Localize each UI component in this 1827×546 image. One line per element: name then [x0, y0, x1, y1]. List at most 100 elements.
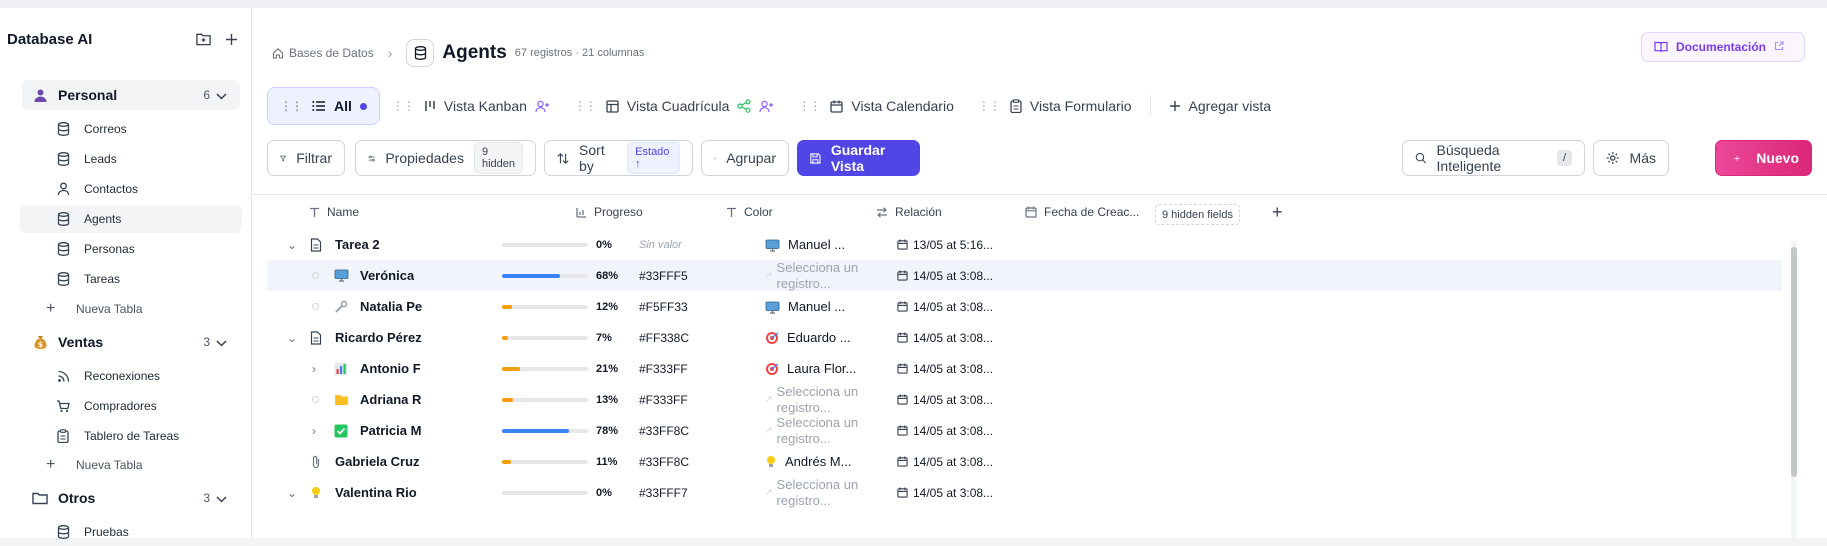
chevron-down-icon[interactable]: ⌄	[287, 238, 299, 252]
table-row[interactable]: Adriana R 13% #F333FF ↗ Selecciona un regist…	[267, 384, 1782, 415]
color-cell[interactable]: #33FF8C	[639, 415, 689, 446]
date-cell[interactable]: 14/05 at 3:08...	[897, 322, 993, 353]
chevron-down-icon[interactable]	[216, 87, 230, 103]
sidebar-item-tareas[interactable]: Tareas	[20, 265, 242, 293]
relation-cell[interactable]: Laura Flor...	[765, 353, 856, 384]
relation-cell[interactable]: Manuel ...	[765, 229, 845, 260]
column-header-progreso[interactable]: Progreso	[576, 195, 643, 229]
column-header-color[interactable]: Color	[726, 195, 773, 229]
row-name[interactable]: Verónica	[360, 268, 414, 283]
group-button[interactable]: Agrupar	[701, 140, 789, 176]
color-cell[interactable]: #33FFF5	[639, 260, 688, 291]
color-cell[interactable]: #33FFF7	[639, 477, 688, 508]
drag-handle-icon[interactable]: ⋮⋮	[392, 99, 415, 113]
date-cell[interactable]: 14/05 at 3:08...	[897, 477, 993, 508]
relation-cell[interactable]: Manuel ...	[765, 291, 845, 322]
tab-vista-cuadricula[interactable]: ⋮⋮ Vista Cuadrícula	[562, 87, 786, 125]
chevron-right-icon[interactable]: ›	[312, 424, 324, 438]
sidebar-item-leads[interactable]: Leads	[20, 145, 242, 173]
sidebar-item-reconexiones[interactable]: Reconexiones	[20, 362, 242, 390]
date-cell[interactable]: 13/05 at 5:16...	[897, 229, 993, 260]
column-header-relacion[interactable]: Relación	[876, 195, 942, 229]
row-name[interactable]: Adriana R	[360, 392, 421, 407]
row-name[interactable]: Gabriela Cruz	[335, 454, 420, 469]
relation-cell[interactable]: Eduardo ...	[765, 322, 851, 353]
scrollbar-thumb[interactable]	[1791, 247, 1797, 477]
relation-cell[interactable]: ↗ Selecciona un registro...	[765, 384, 867, 415]
tab-vista-formulario[interactable]: ⋮⋮ Vista Formulario	[966, 87, 1144, 125]
save-view-button[interactable]: Guardar Vista	[797, 140, 920, 176]
column-header-fecha[interactable]: Fecha de Creac...	[1025, 195, 1139, 229]
new-record-button[interactable]: Nuevo	[1715, 140, 1812, 176]
relation-cell[interactable]: ↗ Selecciona un registro...	[765, 260, 867, 291]
date-cell[interactable]: 14/05 at 3:08...	[897, 415, 993, 446]
row-name[interactable]: Tarea 2	[335, 237, 380, 252]
table-row[interactable]: ⌄ Valentina Rio 0% #33FFF7 ↗ Selecciona un re…	[267, 477, 1782, 508]
sidebar-group-ventas[interactable]: $ Ventas 3	[22, 327, 240, 357]
tab-all[interactable]: ⋮⋮ All	[267, 87, 380, 125]
table-row[interactable]: ⌄ Tarea 2 0% Sin valor Manuel ... 13/05 at 5:…	[267, 229, 1782, 260]
add-view-button[interactable]: Agregar vista	[1157, 87, 1283, 125]
color-cell[interactable]: Sin valor	[639, 229, 682, 260]
row-name[interactable]: Valentina Rio	[335, 485, 417, 500]
date-cell[interactable]: 14/05 at 3:08...	[897, 260, 993, 291]
properties-button[interactable]: Propiedades 9 hidden	[355, 140, 536, 176]
table-row[interactable]: Natalia Pe 12% #F5FF33 Manuel ... 14/05 at 3…	[267, 291, 1782, 322]
more-button[interactable]: Más	[1593, 140, 1669, 176]
sidebar-item-compradores[interactable]: Compradores	[20, 392, 242, 420]
chevron-down-icon[interactable]	[216, 334, 230, 350]
sidebar-item-contactos[interactable]: Contactos	[20, 175, 242, 203]
drag-handle-icon[interactable]: ⋮⋮	[798, 99, 821, 113]
chevron-right-icon[interactable]: ›	[312, 362, 324, 376]
date-cell[interactable]: 14/05 at 3:08...	[897, 291, 993, 322]
row-name[interactable]: Patricia M	[360, 423, 421, 438]
sidebar-item-tablero-de-tareas[interactable]: Tablero de Tareas	[20, 422, 242, 450]
vertical-scrollbar[interactable]	[1791, 241, 1797, 539]
chevron-down-icon[interactable]	[216, 490, 230, 506]
color-cell[interactable]: #F333FF	[639, 384, 688, 415]
date-cell[interactable]: 14/05 at 3:08...	[897, 353, 993, 384]
filter-button[interactable]: Filtrar	[267, 140, 345, 176]
color-cell[interactable]: #F333FF	[639, 353, 688, 384]
date-cell[interactable]: 14/05 at 3:08...	[897, 384, 993, 415]
table-row[interactable]: › Patricia M 78% #33FF8C ↗ Selecciona un regi…	[267, 415, 1782, 446]
sidebar-item-agents[interactable]: Agents	[20, 205, 242, 233]
drag-handle-icon[interactable]: ⋮⋮	[280, 99, 303, 113]
new-table-button[interactable]: + Nueva Tabla	[46, 454, 143, 476]
sidebar-group-personal[interactable]: Personal 6	[22, 80, 240, 110]
smart-search-input[interactable]: Búsqueda Inteligente /	[1402, 140, 1585, 176]
tab-vista-kanban[interactable]: ⋮⋮ Vista Kanban	[380, 87, 562, 125]
sidebar-item-personas[interactable]: Personas	[20, 235, 242, 263]
breadcrumb-root[interactable]: Bases de Datos	[272, 46, 374, 60]
add-column-button[interactable]: +	[1272, 202, 1283, 223]
table-row[interactable]: › Antonio F 21% #F333FF Laura Flor... 14/05 a…	[267, 353, 1782, 384]
drag-handle-icon[interactable]: ⋮⋮	[574, 99, 597, 113]
sort-button[interactable]: Sort by Estado ↑	[544, 140, 693, 176]
relation-cell[interactable]: ↗ Selecciona un registro...	[765, 477, 867, 508]
sidebar-item-pruebas[interactable]: Pruebas	[20, 518, 242, 546]
drag-handle-icon[interactable]: ⋮⋮	[978, 99, 1001, 113]
sidebar-item-correos[interactable]: Correos	[20, 115, 242, 143]
new-folder-icon[interactable]	[192, 28, 214, 50]
row-name[interactable]: Ricardo Pérez	[335, 330, 422, 345]
table-row[interactable]: ⌄ Ricardo Pérez 7% #FF338C Eduardo ... 14/05 …	[267, 322, 1782, 353]
new-table-button[interactable]: + Nueva Tabla	[46, 298, 143, 320]
relation-cell[interactable]: Andrés M...	[765, 446, 851, 477]
chevron-down-icon[interactable]: ⌄	[287, 331, 299, 345]
color-cell[interactable]: #FF338C	[639, 322, 689, 353]
tab-vista-calendario[interactable]: ⋮⋮ Vista Calendario	[786, 87, 965, 125]
chevron-down-icon[interactable]: ⌄	[287, 486, 299, 500]
column-header-name[interactable]: Name	[309, 195, 359, 229]
relation-cell[interactable]: ↗ Selecciona un registro...	[765, 415, 867, 446]
sidebar-group-otros[interactable]: Otros 3	[22, 483, 240, 513]
color-cell[interactable]: #33FF8C	[639, 446, 689, 477]
color-cell[interactable]: #F5FF33	[639, 291, 688, 322]
documentation-button[interactable]: Documentación	[1640, 32, 1805, 62]
table-row[interactable]: Gabriela Cruz 11% #33FF8C Andrés M... 14/05 …	[267, 446, 1782, 477]
add-icon[interactable]	[220, 28, 242, 50]
row-name[interactable]: Antonio F	[360, 361, 421, 376]
hidden-fields-badge[interactable]: 9 hidden fields	[1155, 204, 1240, 225]
row-name[interactable]: Natalia Pe	[360, 299, 422, 314]
table-row[interactable]: Verónica 68% #33FFF5 ↗ Selecciona un registr…	[267, 260, 1782, 291]
date-cell[interactable]: 14/05 at 3:08...	[897, 446, 993, 477]
